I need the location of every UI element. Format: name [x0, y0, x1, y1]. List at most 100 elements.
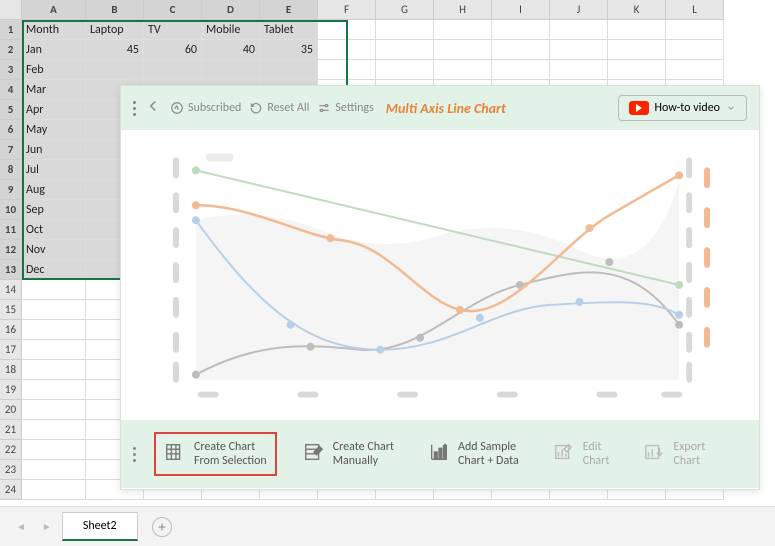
sheet-tab[interactable]: Sheet2 — [62, 512, 138, 541]
cell[interactable] — [22, 360, 86, 380]
cell[interactable] — [318, 20, 376, 40]
cell[interactable]: Apr — [22, 100, 86, 120]
cell[interactable] — [376, 20, 434, 40]
cell[interactable] — [202, 60, 260, 80]
column-header[interactable]: E — [260, 0, 318, 20]
row-header[interactable]: 23 — [0, 460, 22, 480]
cell[interactable]: Mar — [22, 80, 86, 100]
row-header[interactable]: 12 — [0, 240, 22, 260]
cell[interactable] — [22, 440, 86, 460]
cell[interactable]: Sep — [22, 200, 86, 220]
cell[interactable]: 45 — [86, 40, 144, 60]
row-header[interactable]: 15 — [0, 300, 22, 320]
cell[interactable]: Tablet — [260, 20, 318, 40]
cell[interactable] — [22, 380, 86, 400]
row-header[interactable]: 1 — [0, 20, 22, 40]
cell[interactable]: Dec — [22, 260, 86, 280]
column-header[interactable]: J — [550, 0, 608, 20]
cell[interactable]: Laptop — [86, 20, 144, 40]
cell[interactable]: Jul — [22, 160, 86, 180]
cell[interactable] — [260, 60, 318, 80]
add-sample-button[interactable]: Add SampleChart + Data — [420, 434, 527, 475]
row-header[interactable]: 7 — [0, 140, 22, 160]
row-header[interactable]: 24 — [0, 480, 22, 500]
cell[interactable]: May — [22, 120, 86, 140]
create-chart-manually-button[interactable]: Create ChartManually — [295, 434, 402, 475]
cell[interactable]: Nov — [22, 240, 86, 260]
cell[interactable] — [22, 480, 86, 500]
select-all-corner[interactable] — [0, 0, 22, 20]
row-header[interactable]: 8 — [0, 160, 22, 180]
cell[interactable] — [550, 20, 608, 40]
row-header[interactable]: 17 — [0, 340, 22, 360]
actions-menu-dots-icon[interactable] — [133, 447, 136, 462]
howto-video-button[interactable]: How-to video — [618, 95, 747, 121]
cell[interactable] — [22, 460, 86, 480]
column-header[interactable]: L — [666, 0, 724, 20]
cell[interactable] — [608, 60, 666, 80]
column-header[interactable]: C — [144, 0, 202, 20]
reset-button[interactable]: Reset All — [249, 101, 309, 115]
cell[interactable]: Aug — [22, 180, 86, 200]
cell[interactable]: 40 — [202, 40, 260, 60]
cell[interactable] — [318, 60, 376, 80]
row-header[interactable]: 14 — [0, 280, 22, 300]
cell[interactable]: Mobile — [202, 20, 260, 40]
cell[interactable] — [22, 300, 86, 320]
settings-button[interactable]: Settings — [317, 101, 373, 115]
cell[interactable]: TV — [144, 20, 202, 40]
cell[interactable] — [492, 60, 550, 80]
row-header[interactable]: 18 — [0, 360, 22, 380]
add-sheet-button[interactable] — [152, 517, 172, 537]
row-header[interactable]: 5 — [0, 100, 22, 120]
cell[interactable] — [434, 20, 492, 40]
column-header[interactable]: A — [22, 0, 86, 20]
row-header[interactable]: 16 — [0, 320, 22, 340]
cell[interactable] — [434, 60, 492, 80]
row-header[interactable]: 6 — [0, 120, 22, 140]
column-header[interactable]: D — [202, 0, 260, 20]
row-header[interactable]: 10 — [0, 200, 22, 220]
cell[interactable] — [666, 60, 724, 80]
cell[interactable] — [550, 60, 608, 80]
cell[interactable]: 35 — [260, 40, 318, 60]
cell[interactable] — [22, 340, 86, 360]
row-header[interactable]: 9 — [0, 180, 22, 200]
cell[interactable] — [86, 60, 144, 80]
row-header[interactable]: 13 — [0, 260, 22, 280]
column-header[interactable]: F — [318, 0, 376, 20]
cell[interactable] — [22, 420, 86, 440]
cell[interactable] — [22, 400, 86, 420]
column-header[interactable]: G — [376, 0, 434, 20]
cell[interactable] — [22, 320, 86, 340]
cell[interactable] — [666, 20, 724, 40]
row-header[interactable]: 22 — [0, 440, 22, 460]
cell[interactable] — [608, 20, 666, 40]
export-chart-button[interactable]: ExportChart — [635, 434, 713, 475]
cell[interactable] — [608, 40, 666, 60]
row-header[interactable]: 20 — [0, 400, 22, 420]
row-header[interactable]: 3 — [0, 60, 22, 80]
cell[interactable] — [144, 60, 202, 80]
cell[interactable] — [376, 60, 434, 80]
cell[interactable]: Oct — [22, 220, 86, 240]
edit-chart-button[interactable]: EditChart — [545, 434, 618, 475]
cell[interactable]: 60 — [144, 40, 202, 60]
menu-dots-icon[interactable] — [133, 101, 136, 116]
subscribed-button[interactable]: Subscribed — [170, 101, 241, 115]
row-header[interactable]: 2 — [0, 40, 22, 60]
cell[interactable] — [550, 40, 608, 60]
tab-next-icon[interactable]: ► — [36, 516, 58, 537]
cell[interactable] — [666, 40, 724, 60]
row-header[interactable]: 21 — [0, 420, 22, 440]
cell[interactable]: Month — [22, 20, 86, 40]
column-header[interactable]: H — [434, 0, 492, 20]
cell[interactable]: Feb — [22, 60, 86, 80]
column-header[interactable]: B — [86, 0, 144, 20]
cell[interactable] — [376, 40, 434, 60]
row-header[interactable]: 4 — [0, 80, 22, 100]
cell[interactable] — [492, 20, 550, 40]
cell[interactable] — [434, 40, 492, 60]
create-chart-from-selection-button[interactable]: Create ChartFrom Selection — [154, 432, 277, 477]
column-header[interactable]: I — [492, 0, 550, 20]
